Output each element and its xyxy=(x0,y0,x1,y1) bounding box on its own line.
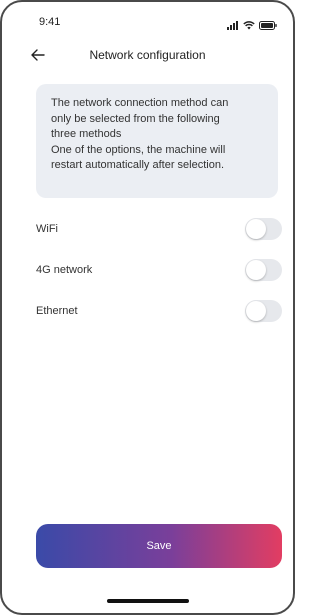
info-line: three methods xyxy=(51,128,122,140)
toggle-knob xyxy=(246,301,266,321)
info-notice: The network connection method can only b… xyxy=(36,84,278,198)
toggle-wifi[interactable] xyxy=(245,218,282,240)
option-row-wifi: WiFi xyxy=(36,218,282,242)
option-row-4g: 4G network xyxy=(36,259,282,283)
option-label-wifi: WiFi xyxy=(36,223,58,235)
wifi-icon xyxy=(243,17,255,35)
option-row-ethernet: Ethernet xyxy=(36,300,282,324)
info-line: only be selected from the following xyxy=(51,112,220,125)
toggle-4g[interactable] xyxy=(245,259,282,281)
status-time: 9:41 xyxy=(39,16,61,28)
home-indicator xyxy=(107,599,189,603)
status-bar: 9:41 xyxy=(2,2,293,38)
signal-icon xyxy=(227,17,239,35)
toggle-ethernet[interactable] xyxy=(245,300,282,322)
save-button[interactable]: Save xyxy=(36,524,282,568)
option-label-4g: 4G network xyxy=(36,264,93,276)
info-line: One of the options, the machine will xyxy=(51,143,226,156)
toggle-knob xyxy=(246,219,266,239)
info-line: restart automatically after selection. xyxy=(51,159,225,171)
page-title: Network configuration xyxy=(89,48,206,62)
battery-icon xyxy=(259,17,277,35)
status-icons xyxy=(227,17,277,35)
nav-bar: Network configuration xyxy=(2,40,293,70)
phone-frame: 9:41 Network configuration The network c… xyxy=(0,0,295,615)
toggle-knob xyxy=(246,260,266,280)
info-line: The network connection method can xyxy=(51,97,229,109)
option-label-ethernet: Ethernet xyxy=(36,305,78,317)
